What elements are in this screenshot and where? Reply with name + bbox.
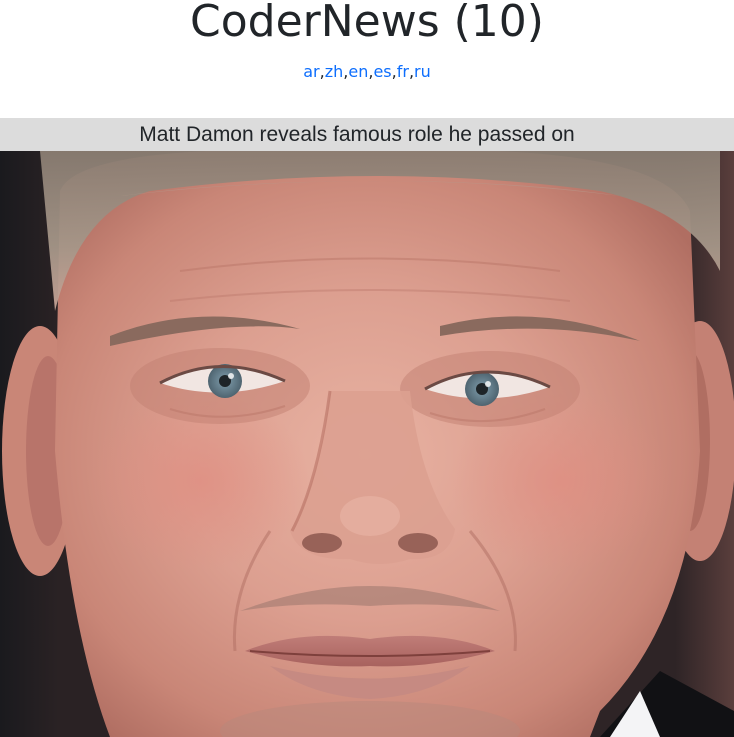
- article-headline-link[interactable]: Matt Damon reveals famous role he passed…: [139, 118, 574, 151]
- language-link-ar[interactable]: ar: [303, 62, 319, 81]
- language-selector: ar,zh,en,es,fr,ru: [0, 60, 734, 84]
- language-link-es[interactable]: es: [373, 62, 391, 81]
- language-link-zh[interactable]: zh: [325, 62, 344, 81]
- language-link-en[interactable]: en: [348, 62, 368, 81]
- language-link-ru[interactable]: ru: [414, 62, 431, 81]
- site-header: CoderNews (10) ar,zh,en,es,fr,ru: [0, 0, 734, 118]
- article-headline-bar: Matt Damon reveals famous role he passed…: [0, 118, 734, 151]
- page-title: CoderNews (10): [190, 0, 544, 47]
- article-photo[interactable]: [0, 151, 734, 737]
- language-link-fr[interactable]: fr: [397, 62, 409, 81]
